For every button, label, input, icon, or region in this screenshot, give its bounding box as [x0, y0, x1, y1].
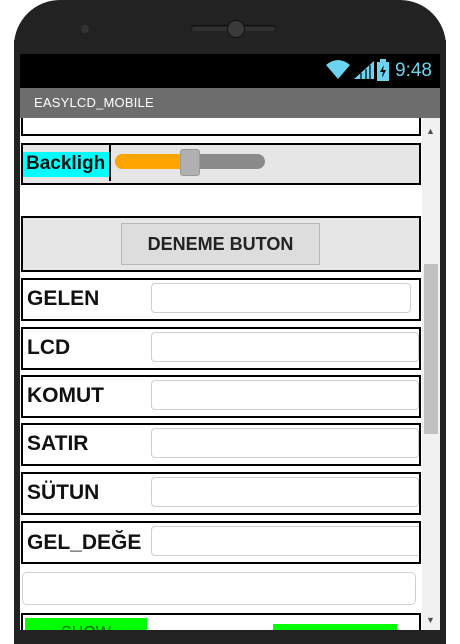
scroll-up-arrow-icon[interactable]: ▲: [426, 126, 435, 136]
slider-fill: [115, 154, 187, 169]
field-row-komut: KOMUT: [21, 375, 421, 418]
app-title: EASYLCD_MOBILE: [34, 95, 154, 110]
status-bar: 9:48: [20, 54, 440, 88]
status-time: 9:48: [395, 60, 432, 81]
field-label: KOMUT: [27, 384, 104, 407]
screen-content: Backligh DENEME BUTON GELEN LCD KOMUT SA…: [20, 118, 440, 630]
field-label: LCD: [27, 336, 71, 359]
lcd-input[interactable]: [151, 332, 419, 362]
scroll-down-arrow-icon[interactable]: ▼: [426, 615, 435, 625]
signal-icon: [354, 61, 374, 79]
proximity-sensor-icon: [81, 25, 89, 33]
field-row-gelen: GELEN: [21, 278, 421, 321]
gelen-input[interactable]: [151, 283, 411, 313]
sutun-input[interactable]: [151, 477, 419, 507]
backlight-slider-area: [109, 145, 420, 181]
battery-icon: [377, 59, 389, 81]
app-titlebar: EASYLCD_MOBILE: [20, 88, 440, 118]
field-row-gel-deger: GEL_DEĞE: [21, 521, 421, 564]
field-label: SÜTUN: [27, 481, 100, 504]
top-empty-box: [21, 118, 421, 136]
bottom-button-row: SHOW: [21, 613, 421, 630]
phone-frame: 9:48 EASYLCD_MOBILE Backligh DENEME BUTO…: [0, 0, 460, 644]
field-row-sutun: SÜTUN: [21, 472, 421, 515]
button-row: DENEME BUTON: [21, 216, 421, 272]
bezel-right: [440, 40, 446, 644]
satir-input[interactable]: [151, 428, 419, 458]
deneme-button[interactable]: DENEME BUTON: [121, 223, 320, 265]
komut-input[interactable]: [151, 380, 419, 410]
bottom-input[interactable]: [22, 572, 416, 605]
slider-thumb[interactable]: [180, 149, 200, 176]
field-label: SATIR: [27, 432, 89, 455]
backlight-label: Backligh: [26, 153, 106, 174]
green-button-right[interactable]: [273, 624, 397, 630]
field-row-lcd: LCD: [21, 327, 421, 370]
gel-deger-input[interactable]: [151, 526, 419, 556]
wifi-icon: [326, 60, 350, 79]
field-label: GELEN: [27, 287, 100, 310]
front-camera-icon: [227, 20, 245, 38]
backlight-label-bg: Backligh: [23, 152, 109, 177]
show-button[interactable]: SHOW: [25, 618, 147, 630]
field-row-satir: SATIR: [21, 423, 421, 466]
scrollbar-thumb[interactable]: [424, 264, 438, 434]
field-label: GEL_DEĞE: [27, 531, 142, 554]
bezel-bottom: [14, 630, 446, 644]
backlight-row: Backligh: [21, 143, 421, 185]
